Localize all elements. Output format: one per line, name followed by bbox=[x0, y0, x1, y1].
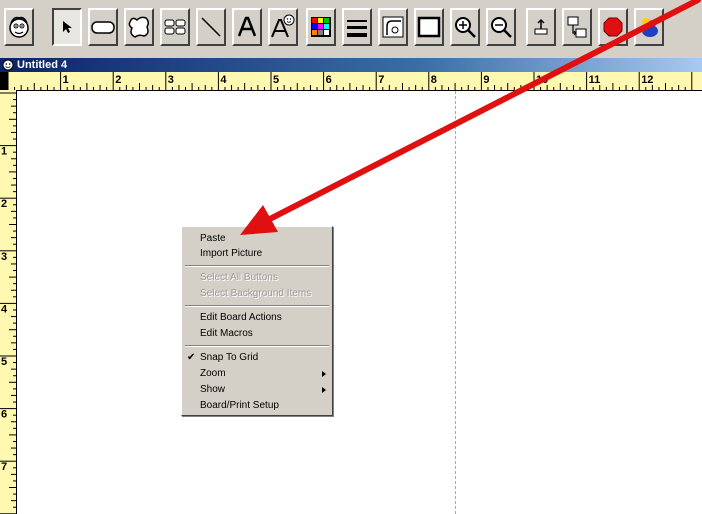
menu-item-paste[interactable]: Paste bbox=[200, 232, 226, 246]
menu-separator bbox=[185, 345, 329, 347]
menu-item-snap-to-grid[interactable]: ✔ Snap To Grid bbox=[182, 351, 332, 365]
pointer-tool-button[interactable] bbox=[52, 8, 82, 46]
menu-item-label: Board/Print Setup bbox=[200, 400, 279, 411]
menu-item-board-print-setup[interactable]: Board/Print Setup bbox=[200, 399, 279, 413]
menu-item-edit-macros[interactable]: Edit Macros bbox=[200, 327, 253, 341]
grid-button-icon bbox=[164, 19, 186, 35]
corner-round-icon bbox=[382, 16, 404, 38]
zoom-out-button[interactable] bbox=[486, 8, 516, 46]
ruler-number: 3 bbox=[168, 74, 174, 86]
app-face-icon bbox=[2, 59, 14, 71]
frame-icon bbox=[417, 16, 441, 38]
symbol-text-tool-button[interactable] bbox=[268, 8, 298, 46]
ruler-number: 6 bbox=[326, 74, 332, 86]
menu-item-label: Show bbox=[200, 384, 226, 395]
ruler-number: 7 bbox=[1, 461, 7, 473]
submenu-arrow-icon bbox=[322, 387, 326, 393]
frame-tool-button[interactable] bbox=[414, 8, 444, 46]
document-title-bar: Untitled 4 bbox=[0, 58, 702, 72]
ruler-number: 9 bbox=[483, 74, 489, 86]
zoom-out-icon bbox=[491, 17, 512, 38]
menu-separator bbox=[185, 265, 329, 267]
board-canvas[interactable] bbox=[17, 91, 702, 514]
ruler-number: 2 bbox=[1, 198, 7, 210]
ruler-number: 8 bbox=[431, 74, 437, 86]
vertical-ruler: 12345678 bbox=[0, 90, 17, 514]
ruler-number: 12 bbox=[641, 74, 653, 86]
checkmark-icon: ✔ bbox=[187, 352, 196, 363]
grid-tool-button[interactable] bbox=[160, 8, 190, 46]
menu-item-label: Edit Board Actions bbox=[200, 312, 282, 323]
ruler-number: 7 bbox=[378, 74, 384, 86]
ruler-number: 4 bbox=[220, 74, 227, 86]
ruler-number: 10 bbox=[536, 74, 548, 86]
face-tool-button[interactable] bbox=[4, 8, 34, 46]
text-A-icon bbox=[237, 16, 257, 37]
upload-icon bbox=[534, 18, 548, 35]
symbol-text-icon bbox=[271, 14, 295, 38]
stop-button[interactable] bbox=[598, 8, 628, 46]
rounded-rect-tool-button[interactable] bbox=[88, 8, 118, 46]
paint-icon bbox=[639, 18, 658, 37]
menu-separator bbox=[185, 305, 329, 307]
menu-item-zoom[interactable]: Zoom bbox=[182, 367, 332, 381]
ruler-number: 4 bbox=[1, 303, 8, 315]
paint-button[interactable] bbox=[634, 8, 664, 46]
line-thickness-icon bbox=[347, 20, 367, 37]
rounded-rectangle-icon bbox=[91, 21, 115, 34]
submenu-arrow-icon bbox=[322, 371, 326, 377]
page-boundary-guide bbox=[455, 91, 456, 514]
face-icon bbox=[9, 16, 29, 38]
menu-item-label: Zoom bbox=[200, 368, 226, 379]
freeform-shape-icon bbox=[128, 16, 150, 38]
pointer-arrow-icon bbox=[63, 21, 72, 33]
freeform-tool-button[interactable] bbox=[124, 8, 154, 46]
line-icon bbox=[201, 17, 221, 37]
ruler-number: 2 bbox=[115, 74, 121, 86]
text-tool-button[interactable] bbox=[232, 8, 262, 46]
menu-item-label: Snap To Grid bbox=[200, 352, 259, 363]
menu-item-select-background-items: Select Background Items bbox=[200, 287, 311, 301]
color-tool-button[interactable] bbox=[306, 8, 336, 46]
zoom-in-button[interactable] bbox=[450, 8, 480, 46]
zoom-in-icon bbox=[455, 17, 476, 38]
toolbar bbox=[0, 0, 702, 59]
horizontal-ruler: 1 2 3 4 5 6 7 8 9 10 11 12 bbox=[8, 72, 702, 91]
menu-item-show[interactable]: Show bbox=[182, 383, 332, 397]
stop-sign-icon bbox=[603, 17, 623, 37]
ruler-number: 1 bbox=[1, 146, 7, 158]
menu-item-label: Paste bbox=[200, 233, 226, 244]
ruler-number: 1 bbox=[63, 74, 69, 86]
color-palette-icon bbox=[311, 17, 331, 37]
ruler-number: 6 bbox=[1, 409, 7, 421]
menu-item-label: Select Background Items bbox=[200, 288, 312, 299]
ruler-corner bbox=[0, 72, 8, 90]
line-thickness-button[interactable] bbox=[342, 8, 372, 46]
menu-item-import-picture[interactable]: Import Picture bbox=[200, 247, 262, 261]
line-tool-button[interactable] bbox=[196, 8, 226, 46]
menu-item-label: Edit Macros bbox=[200, 328, 253, 339]
link-board-button[interactable] bbox=[562, 8, 592, 46]
ruler-number: 3 bbox=[1, 251, 7, 263]
menu-item-edit-board-actions[interactable]: Edit Board Actions bbox=[200, 311, 282, 325]
ruler-number: 5 bbox=[1, 356, 7, 368]
ruler-number: 11 bbox=[589, 74, 601, 86]
corner-tool-button[interactable] bbox=[378, 8, 408, 46]
upload-button[interactable] bbox=[526, 8, 556, 46]
link-board-icon bbox=[567, 16, 587, 38]
ruler-number: 5 bbox=[273, 74, 279, 86]
menu-item-label: Select All Buttons bbox=[200, 272, 278, 283]
menu-item-select-all-buttons: Select All Buttons bbox=[200, 271, 278, 285]
context-menu: Paste Import Picture Select All Buttons … bbox=[181, 226, 333, 416]
document-title: Untitled 4 bbox=[17, 59, 68, 71]
menu-item-label: Import Picture bbox=[200, 248, 263, 259]
